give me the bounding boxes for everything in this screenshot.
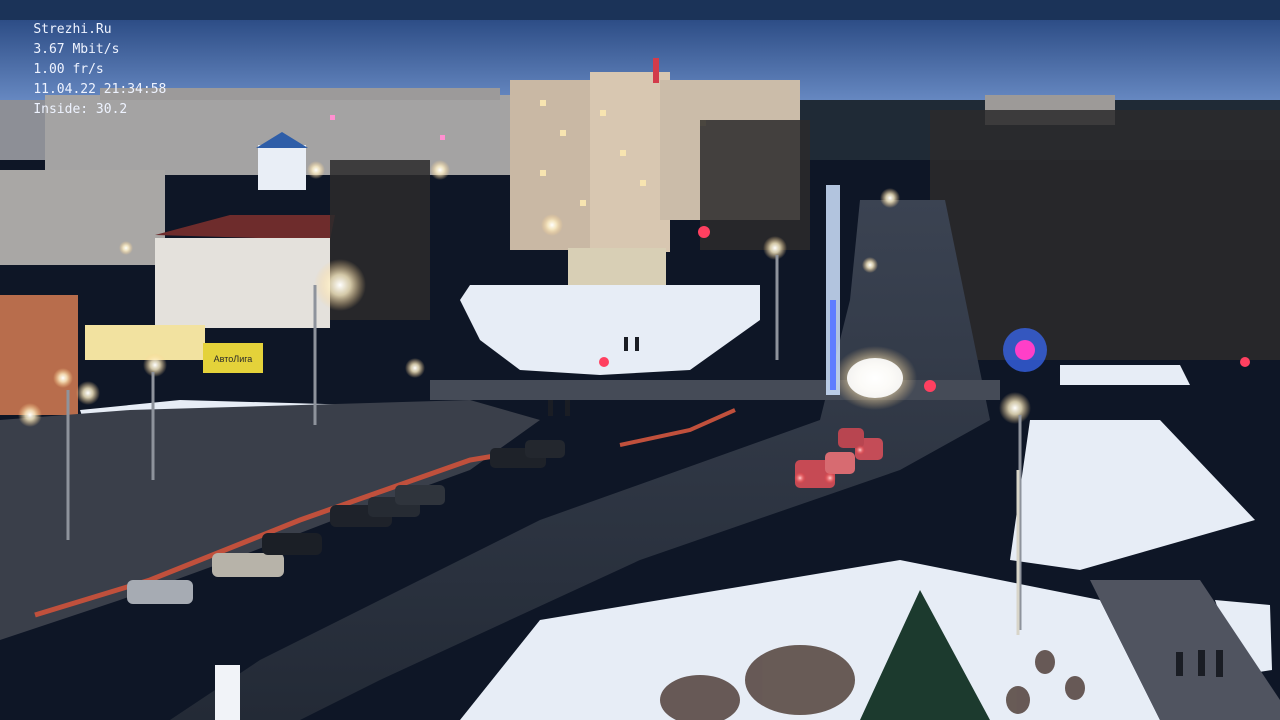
tower-house	[258, 145, 306, 190]
webcam-scene: АвтоЛига	[0, 20, 1280, 720]
red-roof-house	[155, 238, 330, 328]
camera-view: Strezhi.Ru 3.67 Mbit/s 1.00 fr/s 11.04.2…	[0, 0, 1280, 720]
brick-building	[0, 295, 78, 415]
red-roof-house-roof	[155, 215, 335, 240]
overlay-inside-temperature: Inside: 30.2	[33, 102, 128, 117]
overlay-framerate: 1.00 fr/s	[33, 62, 104, 77]
overlay-site: Strezhi.Ru	[33, 22, 112, 37]
overlay-datetime: 11.04.22 21:34:58	[33, 82, 167, 97]
low-shop	[85, 325, 205, 360]
shop-sign-text: АвтоЛига	[214, 354, 253, 364]
small-kiosk	[568, 248, 666, 288]
overlay-bitrate: 3.67 Mbit/s	[33, 42, 120, 57]
camera-overlay-bar: Strezhi.Ru 3.67 Mbit/s 1.00 fr/s 11.04.2…	[0, 0, 1280, 117]
left-apartment	[0, 170, 165, 265]
shop-sign: АвтоЛига	[203, 343, 263, 373]
